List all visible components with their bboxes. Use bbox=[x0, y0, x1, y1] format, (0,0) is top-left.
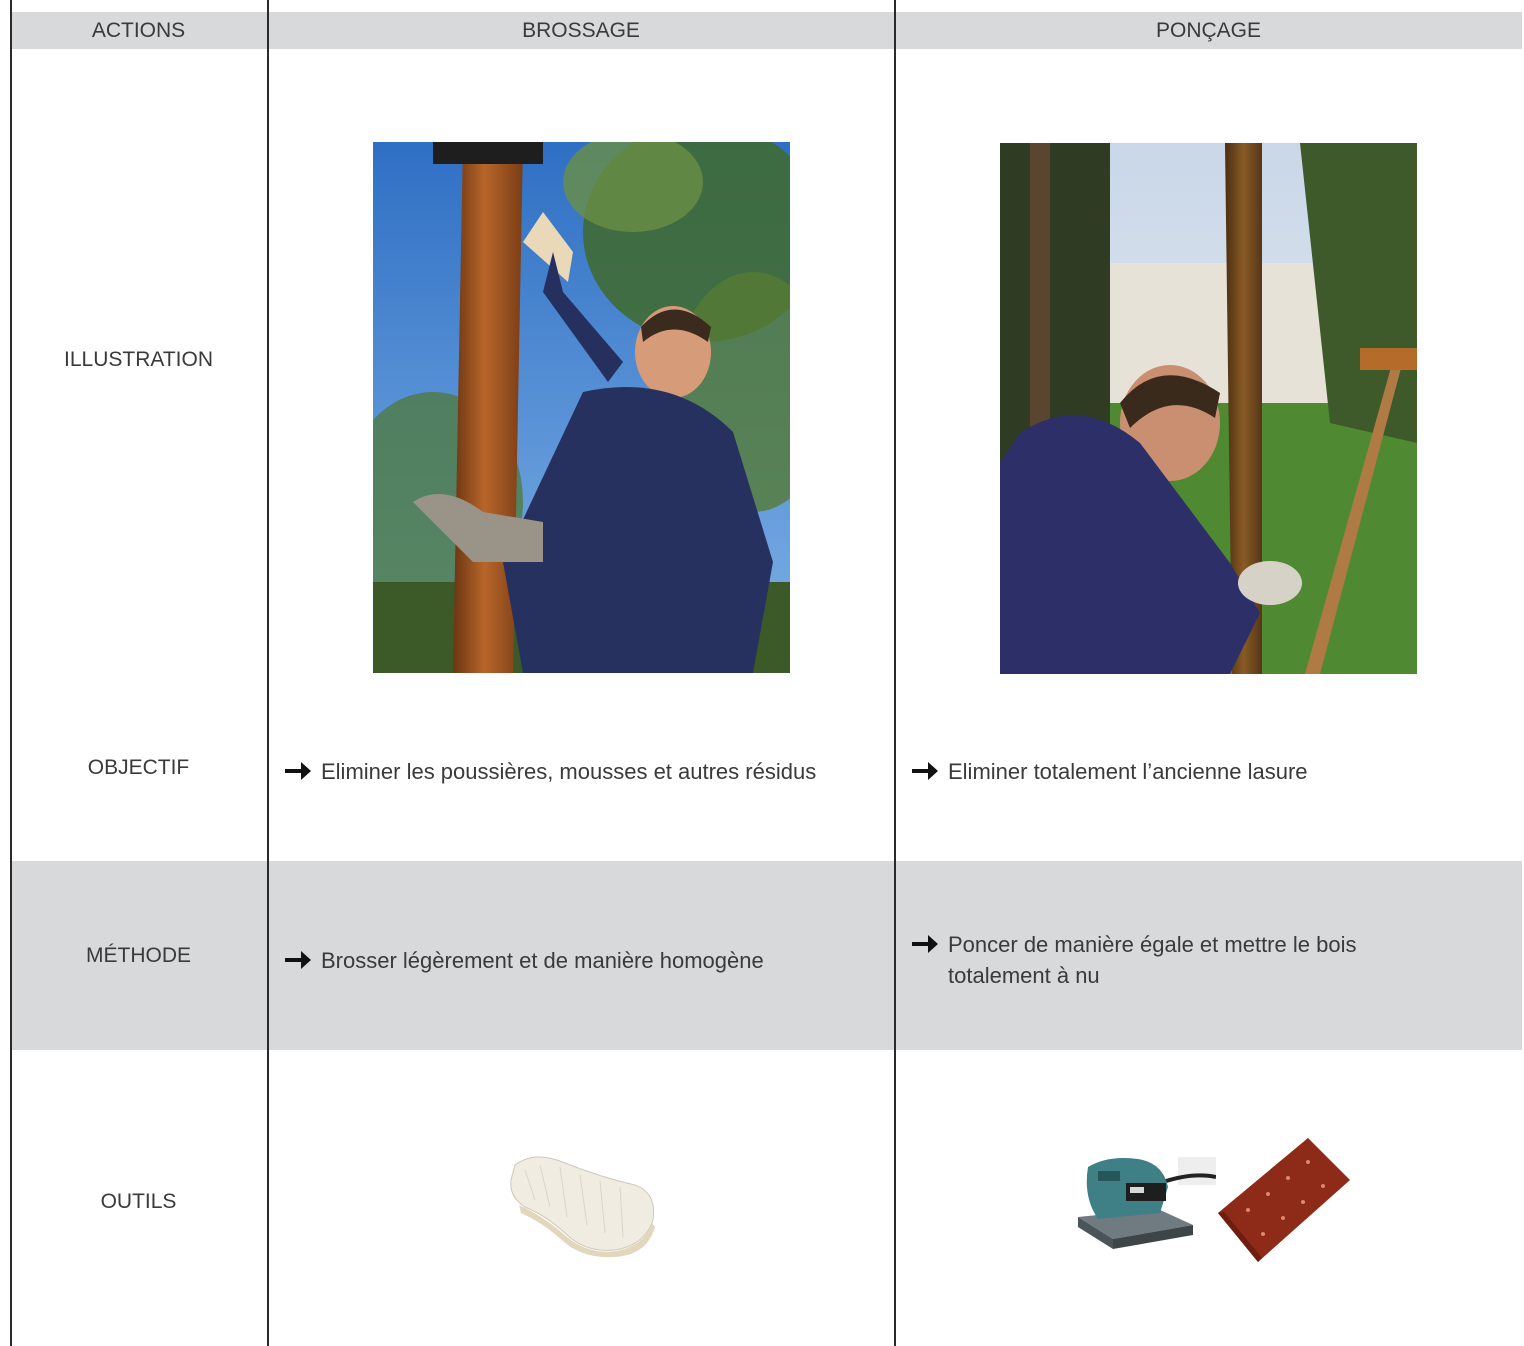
row-label-methode: MÉTHODE bbox=[86, 944, 191, 967]
grid-line-mid1 bbox=[267, 0, 269, 1346]
objectif-poncage-text: Eliminer totalement l’ancienne lasure bbox=[948, 759, 1308, 784]
row-label-illustration: ILLUSTRATION bbox=[64, 348, 213, 371]
objectif-poncage-item: Eliminer totalement l’ancienne lasure bbox=[910, 756, 1510, 787]
right-arrow-icon bbox=[285, 951, 311, 969]
methode-brossage-text: Brosser légèrement et de manière homogèn… bbox=[321, 948, 764, 973]
header-brossage: BROSSAGE bbox=[522, 19, 640, 42]
header-actions: ACTIONS bbox=[91, 19, 186, 42]
methode-brossage-item: Brosser légèrement et de manière homogèn… bbox=[283, 945, 883, 976]
grid-line-left bbox=[10, 0, 12, 1346]
poncage-photo-art bbox=[1000, 143, 1417, 674]
brossage-photo bbox=[373, 142, 790, 673]
objectif-brossage-text: Eliminer les poussières, mousses et autr… bbox=[321, 759, 817, 784]
row-label-outils: OUTILS bbox=[100, 1190, 177, 1213]
methode-poncage-text: Poncer de manière égale et mettre le boi… bbox=[948, 932, 1357, 988]
sander-image bbox=[1068, 1147, 1217, 1257]
sandpaper-sheet-icon bbox=[1218, 1138, 1350, 1262]
header-poncage: PONÇAGE bbox=[1155, 19, 1262, 42]
grid-line-mid2 bbox=[894, 0, 896, 1346]
right-arrow-icon bbox=[912, 935, 938, 953]
right-arrow-icon bbox=[285, 762, 311, 780]
methode-poncage-item: Poncer de manière égale et mettre le boi… bbox=[910, 929, 1430, 991]
orbital-sander-icon bbox=[1078, 1157, 1217, 1249]
scrubbing-brush-icon bbox=[510, 1156, 655, 1258]
right-arrow-icon bbox=[912, 762, 938, 780]
objectif-brossage-item: Eliminer les poussières, mousses et autr… bbox=[283, 756, 883, 787]
row-label-objectif: OBJECTIF bbox=[87, 756, 190, 779]
poncage-photo bbox=[1000, 143, 1417, 674]
brossage-photo-art bbox=[373, 142, 790, 673]
sandpaper-image bbox=[1218, 1138, 1350, 1263]
brush-image bbox=[505, 1145, 660, 1260]
